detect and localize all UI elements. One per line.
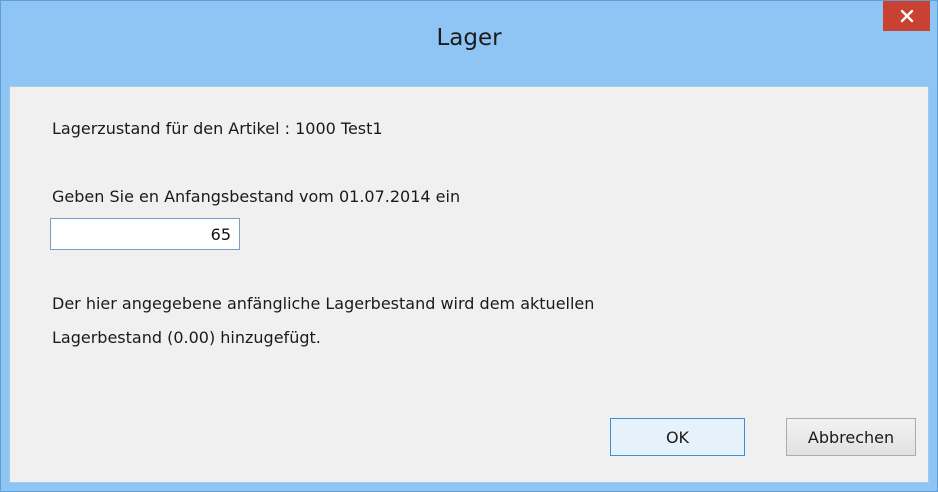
ok-button[interactable]: OK	[610, 418, 745, 456]
window-title: Lager	[436, 25, 502, 51]
initial-stock-input[interactable]	[50, 218, 240, 250]
dialog-window: Lager Lagerzustand für den Artikel : 100…	[0, 0, 938, 492]
article-label: Lagerzustand für den Artikel : 1000 Test…	[52, 119, 383, 138]
title-bar[interactable]: Lager	[1, 1, 937, 86]
cancel-button[interactable]: Abbrechen	[786, 418, 916, 456]
dialog-content: Lagerzustand für den Artikel : 1000 Test…	[9, 86, 929, 483]
info-text-line2: Lagerbestand (0.00) hinzugefügt.	[52, 328, 321, 347]
info-text-line1: Der hier angegebene anfängliche Lagerbes…	[52, 294, 595, 313]
prompt-label: Geben Sie en Anfangsbestand vom 01.07.20…	[52, 187, 461, 206]
close-button[interactable]	[883, 1, 930, 31]
close-icon	[900, 9, 914, 23]
